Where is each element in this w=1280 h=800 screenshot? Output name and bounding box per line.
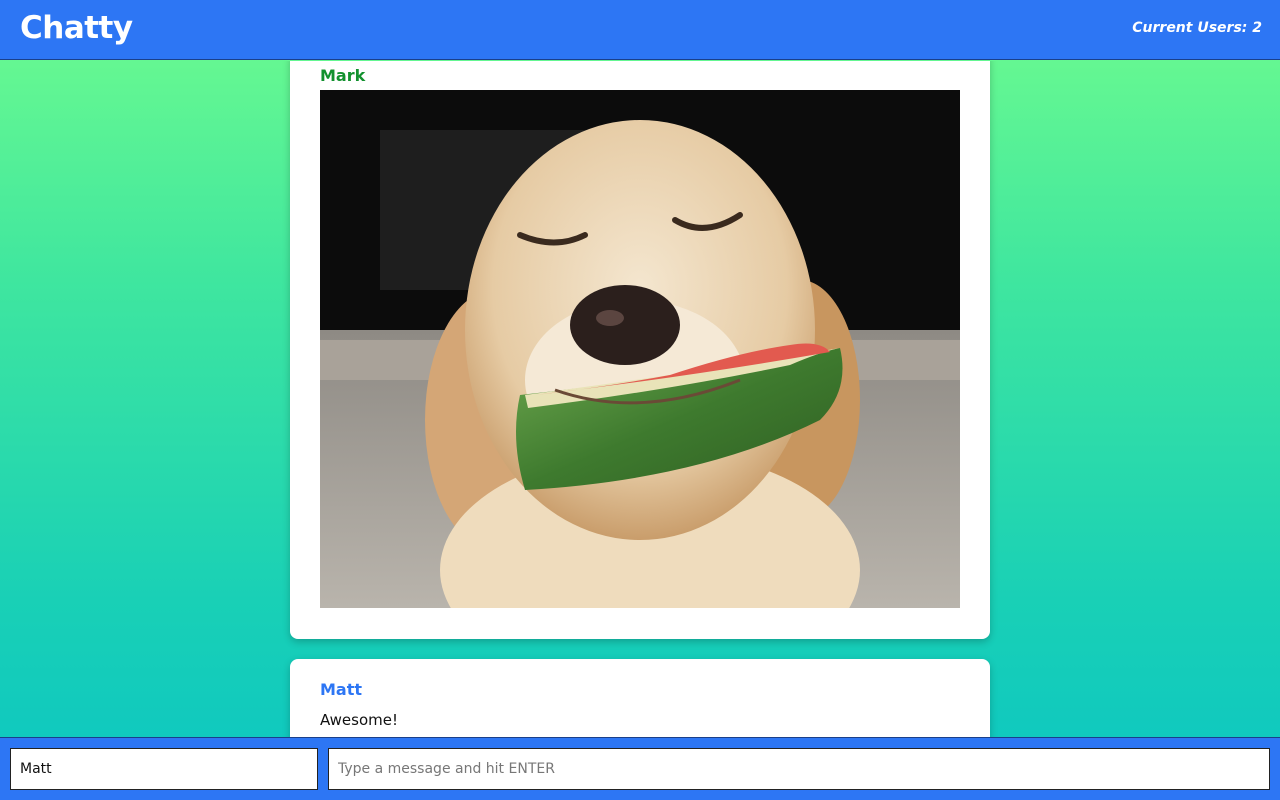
message-input[interactable] (328, 748, 1270, 790)
current-users-count: Current Users: 2 (1132, 20, 1262, 36)
message-image[interactable] (320, 90, 960, 608)
message-username: Mark (320, 66, 366, 85)
message-card: Matt Awesome! (290, 659, 990, 737)
dog-photo-illustration (320, 90, 960, 608)
message-username: Matt (320, 680, 363, 699)
app-title[interactable]: Chatty (20, 8, 133, 48)
username-input[interactable] (10, 748, 318, 790)
message-list[interactable]: Mark Matt Awesome! (0, 61, 1280, 737)
chat-composer (0, 737, 1280, 800)
message-card: Mark (290, 61, 990, 639)
navbar: Chatty Current Users: 2 (0, 0, 1280, 60)
message-text: Awesome! (320, 711, 398, 729)
